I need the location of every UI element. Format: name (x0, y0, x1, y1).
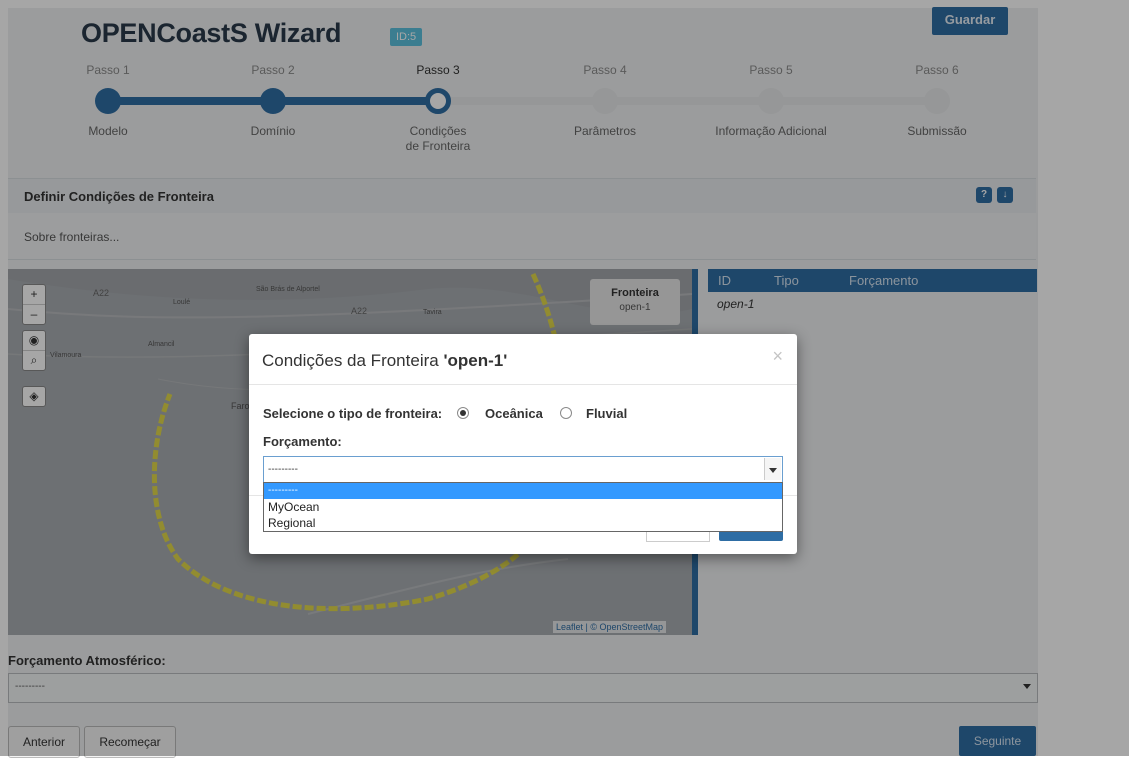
forcing-label: Forçamento: (263, 434, 342, 449)
modal-title: Condições da Fronteira 'open-1' (262, 351, 507, 371)
wizard-page: OPENCoastS Wizard ID:5 Guardar Passo 1 P… (0, 0, 1129, 758)
boundary-conditions-modal: Condições da Fronteira 'open-1' × Seleci… (249, 334, 797, 554)
radio-fluvial-label[interactable]: Fluvial (586, 406, 627, 421)
chevron-down-icon[interactable] (764, 458, 781, 480)
modal-divider (249, 384, 797, 385)
boundary-type-label: Selecione o tipo de fronteira: (263, 406, 443, 421)
forcing-select-value: --------- (268, 464, 298, 475)
radio-oceanica-label[interactable]: Oceânica (485, 406, 543, 421)
close-icon[interactable]: × (772, 346, 783, 367)
modal-title-name: 'open-1' (443, 351, 508, 370)
forcing-select[interactable]: --------- (263, 456, 783, 484)
modal-title-prefix: Condições da Fronteira (262, 351, 444, 370)
radio-fluvial[interactable] (560, 407, 572, 419)
dropdown-option[interactable]: MyOcean (264, 499, 782, 515)
dropdown-option[interactable]: --------- (264, 483, 782, 499)
dropdown-option[interactable]: Regional (264, 515, 782, 531)
forcing-dropdown-list: --------- MyOcean Regional (263, 482, 783, 532)
radio-oceanica[interactable] (457, 407, 469, 419)
